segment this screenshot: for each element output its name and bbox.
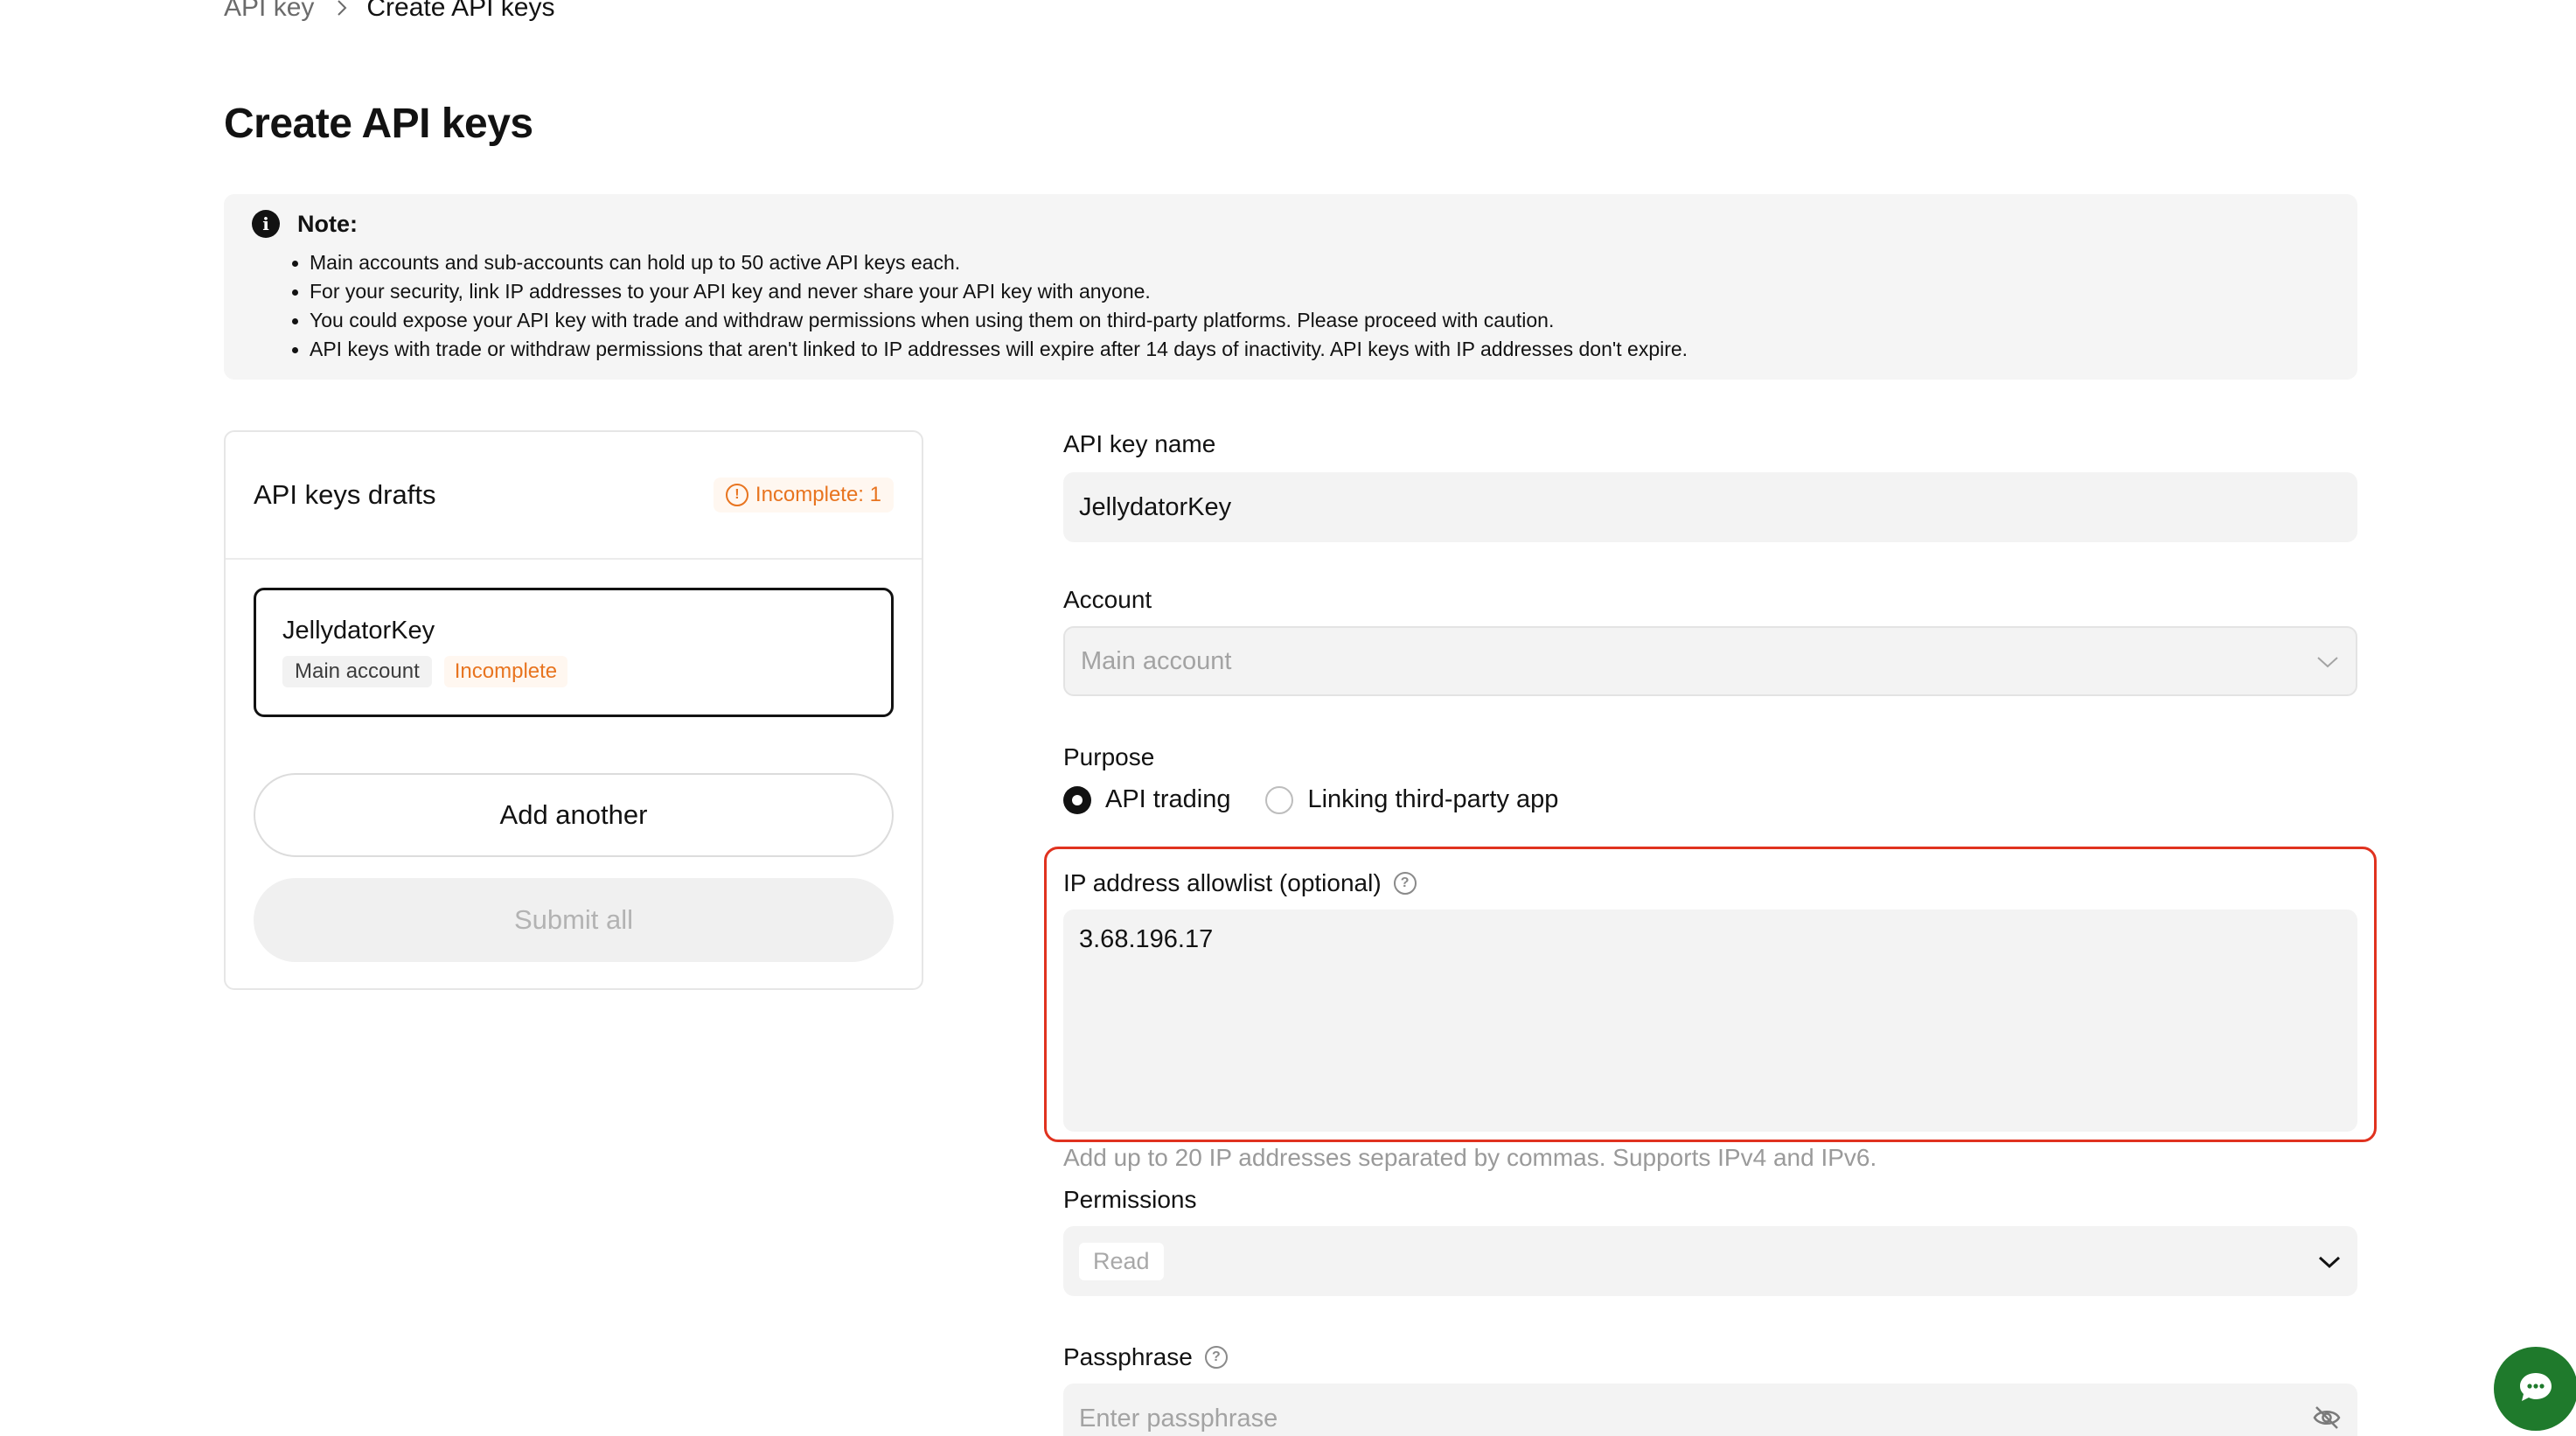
info-icon: i	[252, 210, 280, 238]
breadcrumb-current: Create API keys	[366, 0, 555, 22]
draft-name: JellydatorKey	[282, 617, 435, 645]
account-label: Account	[1063, 586, 1152, 613]
permissions-label: Permissions	[1063, 1186, 1197, 1213]
help-icon[interactable]: ?	[1393, 872, 1417, 895]
purpose-option-label: Linking third-party app	[1307, 785, 1559, 813]
eye-off-icon[interactable]	[2312, 1405, 2342, 1436]
draft-tags: Main account Incomplete	[282, 656, 865, 687]
page-title: Create API keys	[224, 101, 533, 147]
chevron-right-icon	[335, 0, 349, 17]
warning-circle-icon: !	[725, 484, 748, 506]
purpose-option-label: API trading	[1105, 785, 1231, 813]
draft-card[interactable]: JellydatorKey Main account Incomplete	[254, 588, 894, 717]
submit-all-button[interactable]: Submit all	[254, 878, 894, 962]
note-title: Note:	[297, 210, 358, 237]
note-item: You could expose your API key with trade…	[292, 306, 2329, 335]
permissions-select[interactable]: Read	[1063, 1226, 2357, 1296]
incomplete-count-badge: ! Incomplete: 1	[713, 478, 894, 512]
note-item: API keys with trade or withdraw permissi…	[292, 335, 2329, 364]
passphrase-input[interactable]: Enter passphrase	[1063, 1384, 2357, 1436]
purpose-third-party-radio[interactable]: Linking third-party app	[1265, 785, 1558, 814]
draft-account-tag: Main account	[282, 656, 432, 687]
ip-allowlist-value: 3.68.196.17	[1079, 925, 1214, 953]
account-select[interactable]: Main account	[1063, 626, 2357, 696]
purpose-label: Purpose	[1063, 743, 1155, 770]
api-key-name-input[interactable]: JellydatorKey	[1063, 472, 2357, 542]
passphrase-label-text: Passphrase	[1063, 1343, 1193, 1370]
chat-bubble-icon	[2517, 1370, 2555, 1409]
radio-unselected-icon	[1265, 785, 1294, 814]
ip-allowlist-textarea[interactable]: 3.68.196.17	[1063, 910, 2357, 1132]
purpose-api-trading-radio[interactable]: API trading	[1063, 785, 1230, 814]
ip-allowlist-hint: Add up to 20 IP addresses separated by c…	[1063, 1144, 1877, 1171]
api-key-name-value: JellydatorKey	[1079, 492, 1232, 521]
add-another-button[interactable]: Add another	[254, 773, 894, 857]
api-keys-drafts-panel: API keys drafts ! Incomplete: 1 Jellydat…	[224, 430, 923, 990]
radio-selected-icon	[1063, 785, 1091, 814]
permission-chip-read: Read	[1079, 1242, 1164, 1280]
passphrase-placeholder: Enter passphrase	[1079, 1405, 1278, 1433]
account-value: Main account	[1081, 646, 1232, 675]
note-box: i Note: Main accounts and sub-accounts c…	[224, 194, 2357, 380]
note-header: i Note:	[252, 210, 2329, 238]
drafts-title: API keys drafts	[254, 479, 436, 510]
incomplete-count-label: Incomplete: 1	[755, 483, 881, 506]
chevron-down-icon	[2315, 647, 2340, 676]
chat-support-button[interactable]	[2494, 1347, 2576, 1431]
breadcrumb-api-key-link[interactable]: API key	[224, 0, 314, 23]
api-key-name-label: API key name	[1063, 430, 1216, 457]
purpose-radio-group: API trading Linking third-party app	[1063, 785, 1593, 814]
ip-allowlist-label-text: IP address allowlist (optional)	[1063, 869, 1382, 896]
note-item: Main accounts and sub-accounts can hold …	[292, 248, 2329, 277]
ip-allowlist-label: IP address allowlist (optional) ?	[1063, 869, 1417, 897]
draft-status-tag: Incomplete	[443, 656, 568, 687]
note-list: Main accounts and sub-accounts can hold …	[252, 248, 2329, 364]
breadcrumb: API key Create API keys	[224, 0, 554, 23]
note-item: For your security, link IP addresses to …	[292, 277, 2329, 306]
chevron-down-icon	[2317, 1247, 2342, 1276]
drafts-header: API keys drafts ! Incomplete: 1	[226, 432, 922, 560]
passphrase-label: Passphrase ?	[1063, 1343, 1228, 1371]
help-icon[interactable]: ?	[1204, 1346, 1228, 1369]
